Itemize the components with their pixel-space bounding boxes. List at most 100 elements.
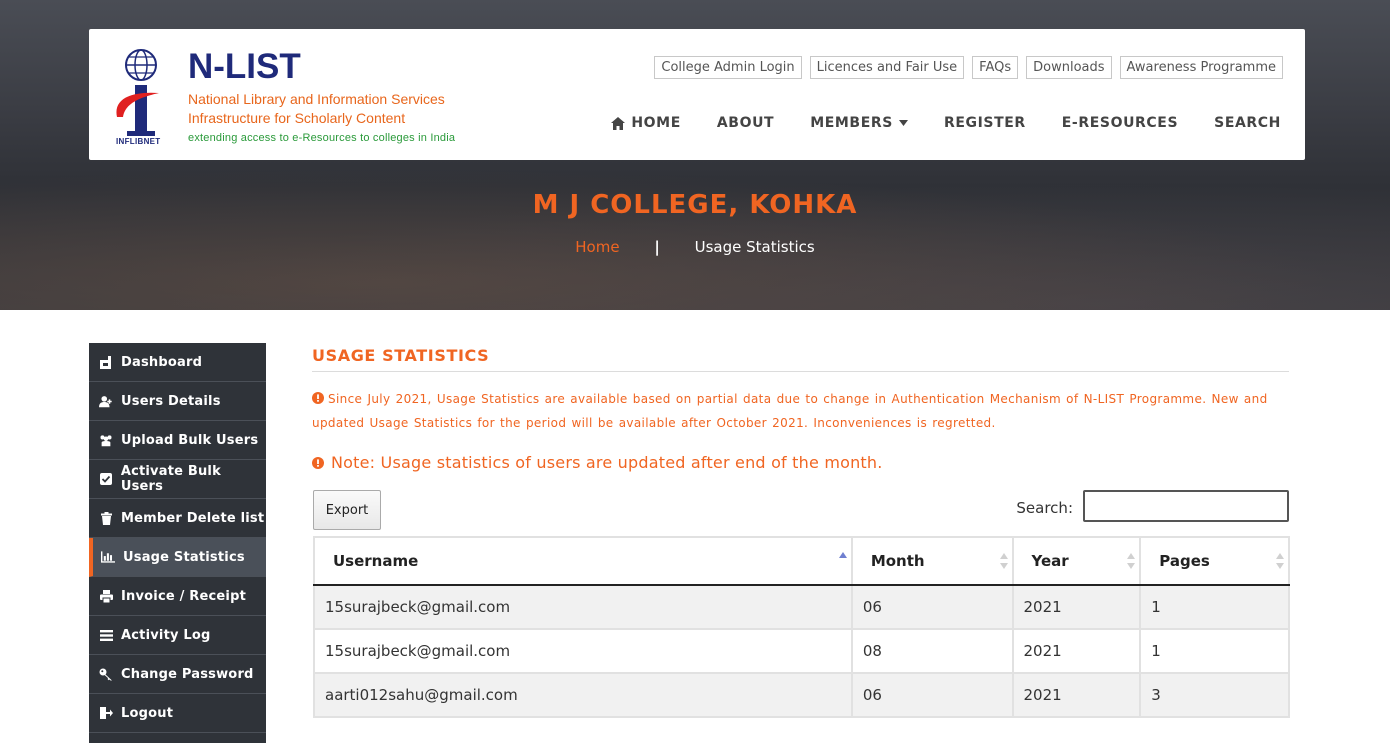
sidebar-item-upload-bulk-users[interactable]: Upload Bulk Users bbox=[89, 421, 266, 460]
printer-icon bbox=[99, 589, 113, 603]
logout-icon bbox=[99, 706, 113, 720]
column-header-month[interactable]: Month bbox=[850, 536, 1014, 586]
nav-home-label: HOME bbox=[631, 115, 681, 131]
home-icon bbox=[611, 116, 626, 130]
nav-about[interactable]: ABOUT bbox=[717, 115, 774, 131]
check-square-icon bbox=[99, 472, 113, 486]
nav-members[interactable]: MEMBERS bbox=[810, 115, 908, 131]
group-icon bbox=[99, 433, 113, 447]
breadcrumb-current: Usage Statistics bbox=[694, 238, 815, 256]
inflibnet-wordmark: INFLIBNET bbox=[116, 137, 161, 146]
inflibnet-emblem-icon bbox=[116, 49, 159, 136]
breadcrumb-home-link[interactable]: Home bbox=[575, 238, 619, 256]
cell-username: 15surajbeck@gmail.com bbox=[313, 628, 853, 674]
column-header-username[interactable]: Username bbox=[313, 536, 853, 586]
cell-username: 15surajbeck@gmail.com bbox=[313, 584, 853, 630]
main-nav: HOME ABOUT MEMBERS REGISTER E-RESOURCES … bbox=[611, 115, 1281, 131]
search-input[interactable] bbox=[1083, 490, 1289, 522]
nav-register[interactable]: REGISTER bbox=[944, 115, 1026, 131]
table-header-row: Username Month Year Pages bbox=[313, 536, 1290, 586]
college-admin-login-link[interactable]: College Admin Login bbox=[654, 56, 802, 79]
cell-month: 08 bbox=[850, 628, 1014, 674]
sidebar-item-label: Logout bbox=[121, 705, 174, 721]
table-row: 15surajbeck@gmail.com 06 2021 1 bbox=[313, 584, 1290, 630]
bar-chart-icon bbox=[101, 550, 115, 564]
downloads-link[interactable]: Downloads bbox=[1026, 56, 1112, 79]
site-header: INFLIBNET N-LIST National Library and In… bbox=[89, 29, 1305, 160]
sidebar-item-dashboard[interactable]: Dashboard bbox=[89, 343, 266, 382]
sidebar-item-label: Dashboard bbox=[121, 354, 203, 370]
nav-home[interactable]: HOME bbox=[611, 115, 681, 131]
faqs-link[interactable]: FAQs bbox=[972, 56, 1019, 79]
sidebar-item-change-password[interactable]: Change Password bbox=[89, 655, 266, 694]
sidebar-item-activate-bulk-users[interactable]: Activate Bulk Users bbox=[89, 460, 266, 499]
monthly-update-notice: Note: Usage statistics of users are upda… bbox=[312, 453, 1289, 472]
sidebar-item-label: Member Delete list bbox=[121, 510, 265, 526]
sidebar: Dashboard Users Details Upload Bulk User… bbox=[89, 343, 266, 743]
column-header-year[interactable]: Year bbox=[1011, 536, 1142, 586]
table-row: aarti012sahu@gmail.com 06 2021 3 bbox=[313, 672, 1290, 718]
cell-year: 2021 bbox=[1011, 628, 1142, 674]
users-icon bbox=[99, 394, 113, 408]
column-header-label: Username bbox=[333, 552, 419, 570]
cell-month: 06 bbox=[850, 584, 1014, 630]
partial-data-notice-text: Since July 2021, Usage Statistics are av… bbox=[312, 392, 1268, 430]
logo-title: N-LIST bbox=[188, 47, 301, 86]
key-icon bbox=[99, 667, 113, 681]
cell-year: 2021 bbox=[1011, 584, 1142, 630]
cell-pages: 1 bbox=[1139, 584, 1290, 630]
cell-month: 06 bbox=[850, 672, 1014, 718]
sidebar-item-label: Change Password bbox=[121, 666, 254, 682]
logo-tagline: extending access to e-Resources to colle… bbox=[188, 132, 456, 144]
sidebar-item-label: Invoice / Receipt bbox=[121, 588, 247, 604]
dashboard-icon bbox=[99, 355, 113, 369]
exclamation-circle-icon bbox=[312, 392, 324, 404]
cell-pages: 1 bbox=[1139, 628, 1290, 674]
sidebar-item-invoice-receipt[interactable]: Invoice / Receipt bbox=[89, 577, 266, 616]
logo-subtitle-line2: Infrastructure for Scholarly Content bbox=[188, 110, 406, 126]
sort-icon bbox=[999, 553, 1008, 569]
table-toolbar: Export Search: bbox=[312, 490, 1289, 530]
sort-icon bbox=[1127, 553, 1136, 569]
awareness-programme-link[interactable]: Awareness Programme bbox=[1119, 56, 1283, 79]
sidebar-item-label: Activity Log bbox=[121, 627, 211, 643]
licences-link[interactable]: Licences and Fair Use bbox=[809, 56, 965, 79]
list-icon bbox=[99, 628, 113, 642]
sort-ascending-icon bbox=[838, 552, 847, 558]
cell-year: 2021 bbox=[1011, 672, 1142, 718]
sidebar-item-label: Upload Bulk Users bbox=[121, 432, 259, 448]
nav-members-label: MEMBERS bbox=[810, 115, 893, 131]
sidebar-item-usage-statistics[interactable]: Usage Statistics bbox=[89, 538, 266, 577]
column-header-label: Year bbox=[1031, 552, 1069, 570]
column-header-label: Pages bbox=[1159, 552, 1210, 570]
page-title: USAGE STATISTICS bbox=[312, 346, 1289, 372]
table-row: 15surajbeck@gmail.com 08 2021 1 bbox=[313, 628, 1290, 674]
sidebar-item-label: Users Details bbox=[121, 393, 221, 409]
college-title: M J COLLEGE, KOHKA bbox=[532, 190, 858, 220]
cell-username: aarti012sahu@gmail.com bbox=[313, 672, 853, 718]
sidebar-item-member-delete-list[interactable]: Member Delete list bbox=[89, 499, 266, 538]
column-header-label: Month bbox=[870, 552, 925, 570]
column-header-pages[interactable]: Pages bbox=[1139, 536, 1290, 586]
sidebar-item-users-details[interactable]: Users Details bbox=[89, 382, 266, 421]
sort-icon bbox=[1276, 553, 1284, 569]
monthly-update-notice-text: Note: Usage statistics of users are upda… bbox=[331, 453, 883, 472]
logo-subtitle-line1: National Library and Information Service… bbox=[188, 91, 445, 107]
export-button[interactable]: Export bbox=[313, 490, 381, 530]
partial-data-notice: Since July 2021, Usage Statistics are av… bbox=[312, 387, 1289, 435]
nav-search[interactable]: SEARCH bbox=[1214, 115, 1281, 131]
caret-down-icon bbox=[898, 120, 908, 126]
exclamation-circle-icon bbox=[312, 456, 324, 469]
search-label: Search: bbox=[1016, 499, 1073, 517]
top-links: College Admin Login Licences and Fair Us… bbox=[654, 56, 1283, 79]
nlist-logo[interactable]: INFLIBNET N-LIST National Library and In… bbox=[111, 47, 511, 151]
sidebar-item-activity-log[interactable]: Activity Log bbox=[89, 616, 266, 655]
usage-statistics-table: Username Month Year Pages 15surajbeck@gm… bbox=[313, 536, 1290, 718]
sidebar-item-label: Activate Bulk Users bbox=[120, 464, 221, 494]
breadcrumb-separator: | bbox=[654, 238, 660, 256]
breadcrumb: Home | Usage Statistics bbox=[0, 238, 1390, 256]
main-content: USAGE STATISTICS Since July 2021, Usage … bbox=[312, 343, 1289, 530]
nav-e-resources[interactable]: E-RESOURCES bbox=[1062, 115, 1178, 131]
trash-icon bbox=[99, 511, 113, 525]
sidebar-item-logout[interactable]: Logout bbox=[89, 694, 266, 733]
